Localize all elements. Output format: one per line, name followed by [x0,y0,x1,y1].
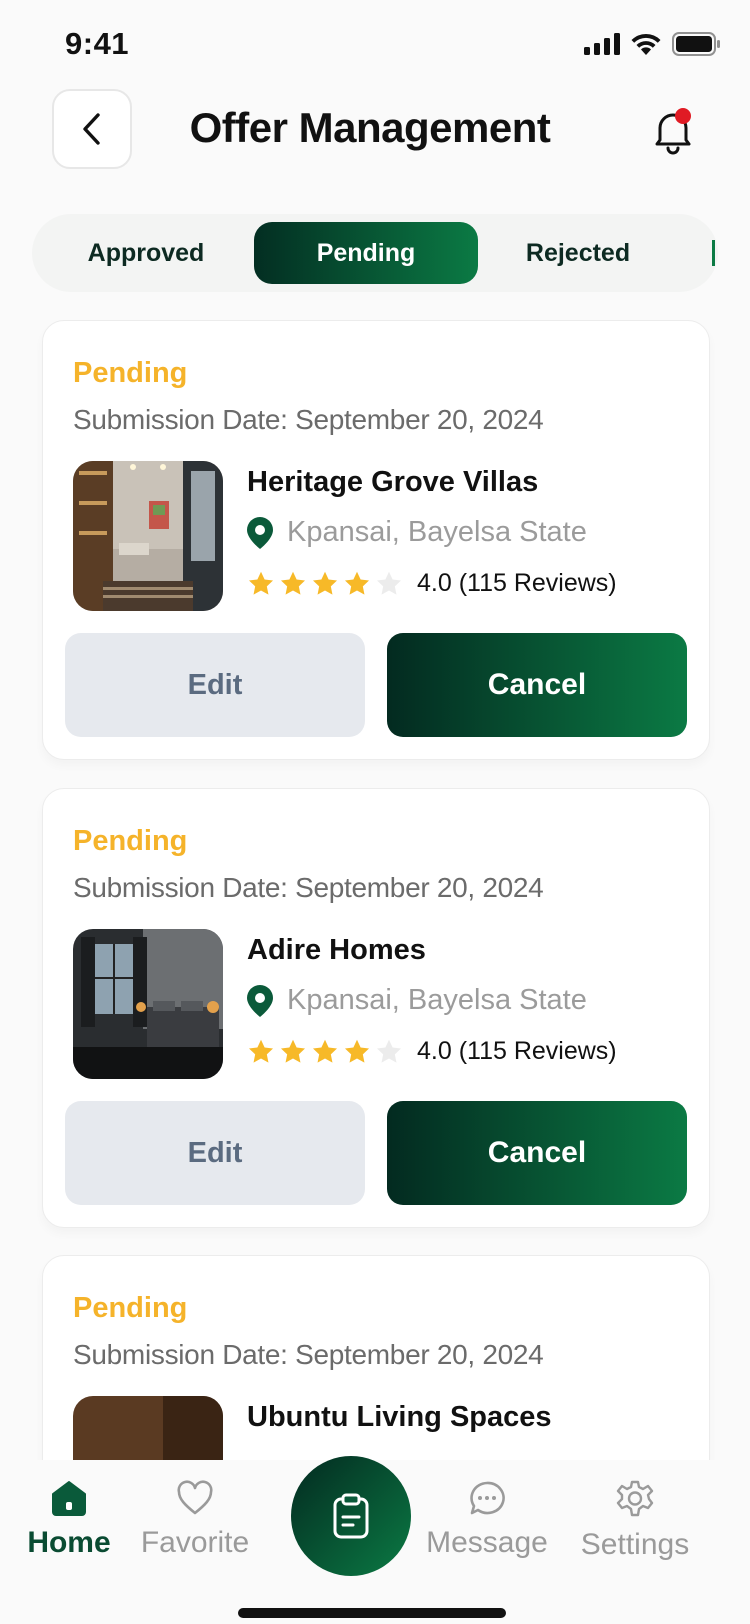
location-pin-icon [247,516,273,549]
status-label: Pending [73,1292,188,1324]
edit-button[interactable]: Edit [65,633,365,737]
offers-fab-button[interactable] [291,1456,411,1576]
clipboard-icon [333,1493,369,1539]
property-name: Ubuntu Living Spaces [247,1401,552,1433]
location-pin-icon [247,984,273,1017]
chat-bubble-icon [470,1481,505,1515]
property-name: Adire Homes [247,934,426,966]
tab-approved[interactable]: Approved [34,222,258,284]
star-icon [248,1039,274,1063]
edit-button[interactable]: Edit [65,1101,365,1205]
chevron-left-icon [83,113,100,145]
bell-icon [655,108,691,155]
battery-icon [672,32,720,56]
tab-rejected[interactable]: Rejected [466,222,690,284]
cancel-button[interactable]: Cancel [387,1101,687,1205]
status-label: Pending [73,825,188,857]
signal-icon [584,33,620,55]
back-button[interactable] [52,89,132,169]
status-time: 9:41 [65,26,130,61]
status-tabs: Approved Pending Rejected [32,214,718,292]
star-icon [344,1039,370,1063]
heart-icon [177,1480,213,1515]
star-empty-icon [376,1039,402,1063]
rating: 4.0 (115 Reviews) [247,569,617,598]
nav-home-label: Home [27,1526,111,1559]
property-image [73,461,223,611]
nav-message-label: Message [426,1526,548,1559]
star-icon [280,1039,306,1063]
tab-overflow-indicator [712,240,715,266]
nav-favorite[interactable]: Favorite [120,1480,270,1560]
property-location: Kpansai, Bayelsa State [247,516,587,549]
nav-favorite-label: Favorite [140,1526,250,1559]
gear-icon [616,1480,654,1517]
property-location: Kpansai, Bayelsa State [247,984,587,1017]
star-empty-icon [376,571,402,595]
home-indicator [238,1608,506,1618]
status-bar: 9:41 [0,0,750,92]
star-icon [280,571,306,595]
star-icon [312,571,338,595]
nav-settings-label: Settings [580,1528,690,1561]
page-title: Offer Management [189,104,551,151]
nav-settings[interactable]: Settings [560,1480,710,1562]
status-icons [584,32,720,56]
cancel-button[interactable]: Cancel [387,633,687,737]
location-text: Kpansai, Bayelsa State [287,516,587,548]
property-image [73,929,223,1079]
offer-card: Pending Submission Date: September 20, 2… [42,320,710,760]
home-icon [52,1481,86,1516]
rating-text: 4.0 (115 Reviews) [417,1037,617,1065]
submission-date: Submission Date: September 20, 2024 [73,1339,544,1370]
star-icon [344,571,370,595]
wifi-icon [631,33,661,55]
star-icon [312,1039,338,1063]
status-label: Pending [73,357,188,389]
rating: 4.0 (115 Reviews) [247,1037,617,1066]
star-icon [248,571,274,595]
offer-card: Pending Submission Date: September 20, 2… [42,788,710,1228]
submission-date: Submission Date: September 20, 2024 [73,404,544,435]
nav-message[interactable]: Message [412,1480,562,1560]
submission-date: Submission Date: September 20, 2024 [73,872,544,903]
location-text: Kpansai, Bayelsa State [287,984,587,1016]
property-name: Heritage Grove Villas [247,466,539,498]
rating-text: 4.0 (115 Reviews) [417,569,617,597]
notification-button[interactable] [648,104,700,156]
tab-pending[interactable]: Pending [254,222,478,284]
bottom-nav: Home Favorite Message Settings [0,1456,750,1624]
